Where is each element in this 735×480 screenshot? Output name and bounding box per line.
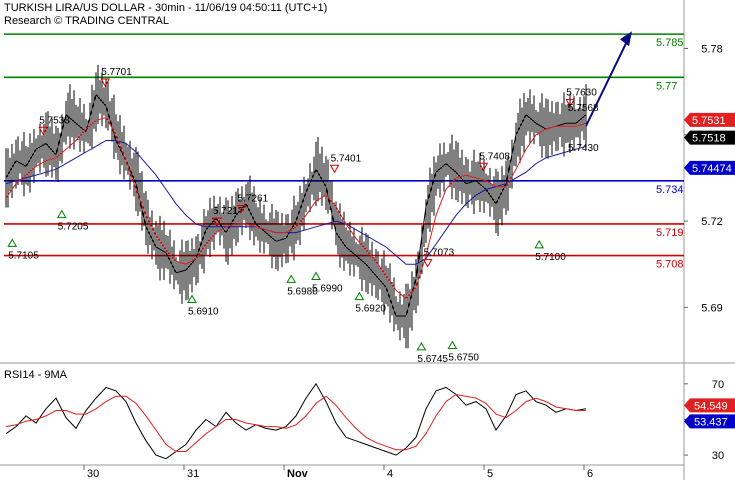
price-badge: 5.7518 (692, 133, 726, 145)
high-label: 5.7401 (331, 153, 362, 164)
chart-title: TURKISH LIRA/US DOLLAR - 30min - 11/06/1… (4, 2, 328, 14)
level-label: 5.77 (656, 80, 677, 92)
high-label: 5.7630 (566, 87, 597, 98)
low-marker (7, 238, 18, 247)
price-badge: 5.7531 (692, 115, 726, 127)
chart-svg: 5.695.725.755.783050703031Nov4565.7855.7… (0, 0, 735, 480)
price-badge: 5.74474 (692, 163, 732, 175)
high-label: 5.7533 (39, 115, 70, 126)
x-tick-label: 6 (587, 468, 593, 480)
low-label: 5.7100 (535, 252, 566, 263)
low-label: 5.7205 (58, 222, 89, 233)
level-label: 5.785 (656, 37, 684, 49)
rsi-ma-line (5, 393, 586, 452)
x-tick-label: 4 (387, 468, 393, 480)
rsi-y-tick-label: 70 (712, 379, 724, 391)
high-marker (478, 162, 489, 172)
level-note: 5.7430 (568, 143, 599, 154)
high-label: 5.7408 (479, 151, 510, 162)
high-marker (329, 164, 340, 174)
rsi-title: RSI14 - 9MA (4, 369, 68, 381)
rsi-y-tick-label: 30 (712, 450, 724, 462)
high-label: 5.7073 (424, 248, 455, 259)
high-label: 5.7261 (238, 194, 269, 205)
x-tick-label: 30 (87, 468, 99, 480)
level-note: 5.7568 (568, 103, 599, 114)
y-tick-label: 5.69 (701, 302, 722, 314)
rsi-line (5, 382, 587, 460)
low-label: 5.6920 (355, 304, 386, 315)
x-tick-label: 5 (487, 468, 493, 480)
y-tick-label: 5.78 (701, 44, 722, 56)
low-label: 5.6745 (417, 354, 448, 365)
high-label: 5.7701 (101, 67, 132, 78)
low-marker (534, 239, 545, 249)
rsi-badge: 54.549 (694, 400, 728, 412)
low-marker (187, 294, 197, 303)
chart-source: Research © TRADING CENTRAL (4, 15, 169, 27)
low-marker (311, 271, 321, 280)
low-marker (447, 340, 458, 349)
rsi-badge: 53.437 (694, 416, 728, 428)
low-label: 5.6910 (188, 306, 219, 317)
x-tick-label: Nov (287, 468, 309, 480)
low-marker (286, 274, 297, 283)
level-label: 5.734 (656, 184, 684, 196)
low-marker (354, 291, 365, 301)
level-label: 5.719 (656, 227, 684, 239)
low-label: 5.6750 (448, 352, 479, 363)
low-marker (56, 209, 67, 219)
y-tick-label: 5.72 (701, 216, 722, 228)
level-label: 5.708 (656, 259, 684, 271)
x-tick-label: 31 (187, 468, 199, 480)
low-label: 5.6990 (312, 283, 343, 294)
low-marker (416, 341, 427, 351)
low-label: 5.7105 (8, 250, 39, 261)
